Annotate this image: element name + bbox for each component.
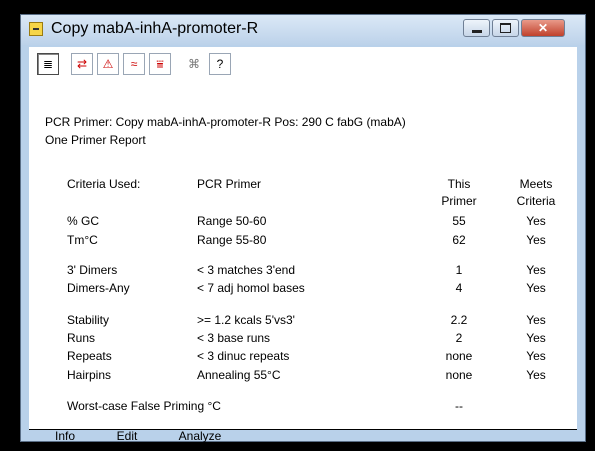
- table-row-meets: Yes: [526, 233, 546, 247]
- table-row-meets: Yes: [526, 368, 546, 382]
- table-row-criteria: Tm°C: [67, 233, 98, 247]
- close-button[interactable]: ✕: [521, 19, 565, 37]
- table-row-criteria: Dimers-Any: [67, 281, 130, 295]
- criteria-table: Criteria Used: PCR Primer This Primer Me…: [29, 47, 577, 429]
- maximize-button[interactable]: [492, 19, 519, 37]
- table-row-this: 1: [455, 263, 463, 277]
- minimize-button[interactable]: [463, 19, 490, 37]
- tab-info[interactable]: Info: [37, 429, 93, 444]
- meets-header-line1: Meets: [519, 177, 553, 191]
- minimize-icon: [471, 29, 482, 33]
- this-header-line1: This: [447, 177, 471, 191]
- meets-header-line2: Criteria: [516, 194, 556, 208]
- this-header-line2: Primer: [441, 194, 477, 208]
- false-priming-label: Worst-case False Priming °C: [67, 399, 221, 413]
- tab-edit[interactable]: Edit: [95, 429, 159, 444]
- table-row-meets: Yes: [526, 281, 546, 295]
- maximize-icon: [500, 23, 511, 33]
- table-row-pcr: Range 50-60: [197, 214, 267, 228]
- table-row-this: 55: [452, 214, 466, 228]
- tab-label: Analyze: [178, 429, 222, 443]
- false-priming-value: --: [455, 399, 463, 413]
- pcr-header: PCR Primer: [197, 177, 262, 191]
- table-row-criteria: % GC: [67, 214, 100, 228]
- table-row-criteria: Repeats: [67, 349, 112, 363]
- table-row-meets: Yes: [526, 331, 546, 345]
- table-row-meets: Yes: [526, 214, 546, 228]
- table-row-criteria: Runs: [67, 331, 96, 345]
- window-title: Copy mabA-inhA-promoter-R: [51, 20, 259, 37]
- report-panel: ≣ ⇄ ⚠ ≈ ⩸ ⌘ ? PCR Primer: Copy mabA-inhA…: [29, 47, 577, 444]
- criteria-header: Criteria Used:: [67, 177, 141, 191]
- tab-label: Info: [54, 429, 75, 443]
- primer-window: Copy mabA-inhA-promoter-R ✕ ≣ ⇄ ⚠ ≈ ⩸ ⌘ …: [20, 14, 586, 444]
- table-row-pcr: < 7 adj homol bases: [197, 281, 305, 295]
- bottom-tabs: Info Edit Analyze: [29, 429, 577, 445]
- table-row-criteria: 3' Dimers: [67, 263, 118, 277]
- table-row-meets: Yes: [526, 313, 546, 327]
- table-row-criteria: Stability: [67, 313, 110, 327]
- table-row-pcr: >= 1.2 kcals 5'vs3': [197, 313, 295, 327]
- app-icon[interactable]: [29, 22, 43, 36]
- table-row-pcr: < 3 dinuc repeats: [197, 349, 290, 363]
- close-icon: ✕: [537, 21, 549, 35]
- table-row-this: 62: [452, 233, 466, 247]
- table-row-meets: Yes: [526, 349, 546, 363]
- table-row-this: 2.2: [450, 313, 468, 327]
- tab-label: Edit: [116, 429, 138, 443]
- table-row-pcr: < 3 base runs: [197, 331, 271, 345]
- table-row-pcr: Range 55-80: [197, 233, 267, 247]
- table-row-meets: Yes: [526, 263, 546, 277]
- table-row-this: 4: [455, 281, 463, 295]
- tab-analyze[interactable]: Analyze: [161, 429, 239, 444]
- title-bar[interactable]: Copy mabA-inhA-promoter-R ✕: [21, 15, 585, 45]
- table-row-pcr: < 3 matches 3'end: [197, 263, 296, 277]
- table-row-this: none: [445, 368, 473, 382]
- table-row-criteria: Hairpins: [67, 368, 112, 382]
- table-row-this: none: [445, 349, 473, 363]
- table-row-this: 2: [455, 331, 463, 345]
- table-row-pcr: Annealing 55°C: [197, 368, 281, 382]
